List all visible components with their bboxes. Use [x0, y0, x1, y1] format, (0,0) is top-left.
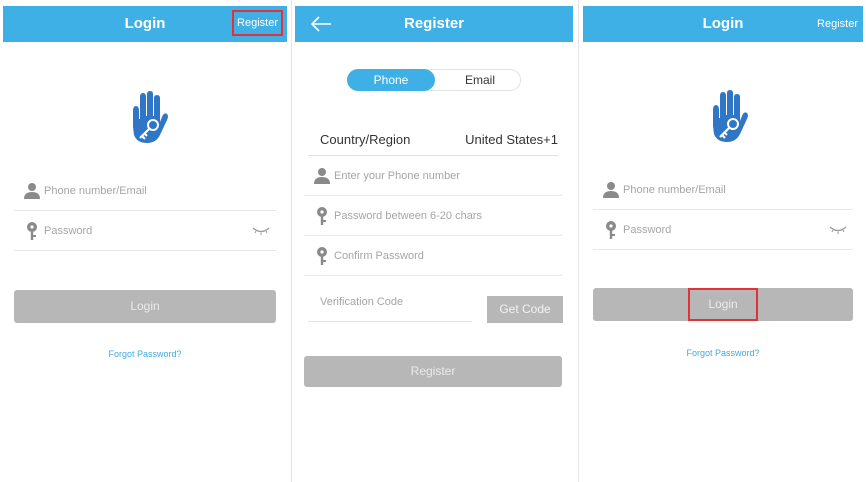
register-title: Register	[403, 15, 465, 32]
divider	[578, 0, 579, 482]
register-link[interactable]: Register	[817, 6, 858, 42]
confirm-password-placeholder: Confirm Password	[334, 250, 424, 262]
forgot-password-link[interactable]: Forgot Password?	[0, 349, 290, 359]
register-header: Register	[295, 6, 573, 42]
register-link[interactable]: Register	[232, 10, 283, 36]
phone-email-toggle: Phone Email	[347, 69, 521, 91]
eye-closed-icon[interactable]	[252, 223, 270, 237]
phone-email-placeholder: Phone number/Email	[623, 184, 726, 196]
password-field[interactable]: Password	[593, 210, 853, 250]
forgot-password-link[interactable]: Forgot Password?	[580, 348, 866, 358]
phone-number-field[interactable]: Enter your Phone number	[304, 156, 562, 196]
login-header: Login Register	[3, 6, 287, 42]
password-placeholder: Password	[44, 225, 93, 237]
hand-key-logo-icon	[133, 91, 168, 143]
phone-email-field[interactable]: Phone number/Email	[14, 171, 276, 211]
eye-closed-icon[interactable]	[829, 222, 847, 236]
key-icon	[606, 221, 616, 239]
confirm-password-field[interactable]: Confirm Password	[304, 236, 562, 276]
person-icon	[314, 168, 330, 184]
key-icon	[27, 222, 37, 240]
person-icon	[24, 183, 40, 199]
password-placeholder: Password between 6-20 chars	[334, 210, 482, 222]
key-icon	[317, 207, 327, 225]
register-screen: Register Phone Email Country/Region Unit…	[292, 0, 576, 482]
login-button[interactable]: Login	[593, 288, 853, 321]
phone-number-placeholder: Enter your Phone number	[334, 170, 460, 182]
verification-code-field[interactable]: Verification Code	[308, 284, 472, 322]
password-placeholder: Password	[623, 224, 672, 236]
register-button[interactable]: Register	[304, 356, 562, 387]
country-region-value: United States+1	[465, 132, 558, 147]
password-field[interactable]: Password	[14, 211, 276, 251]
login-button-label: Login	[688, 288, 758, 321]
verification-code-placeholder: Verification Code	[320, 296, 404, 308]
login-button[interactable]: Login	[14, 290, 276, 323]
hand-key-logo-icon	[713, 90, 748, 142]
get-code-button[interactable]: Get Code	[487, 296, 563, 323]
login-screen: Login Register Phone number/Email Passwo…	[0, 0, 290, 482]
person-icon	[603, 182, 619, 198]
country-region-selector[interactable]: Country/Region United States+1	[308, 124, 558, 156]
key-icon	[317, 247, 327, 265]
login-screen-2: Login Register Phone number/Email Passwo…	[580, 0, 866, 482]
country-region-label: Country/Region	[320, 132, 411, 147]
password-field[interactable]: Password between 6-20 chars	[304, 196, 562, 236]
tab-phone[interactable]: Phone	[347, 69, 435, 91]
phone-email-placeholder: Phone number/Email	[44, 185, 147, 197]
tab-email[interactable]: Email	[438, 69, 522, 91]
login-header: Login Register	[583, 6, 863, 42]
phone-email-field[interactable]: Phone number/Email	[593, 170, 853, 210]
